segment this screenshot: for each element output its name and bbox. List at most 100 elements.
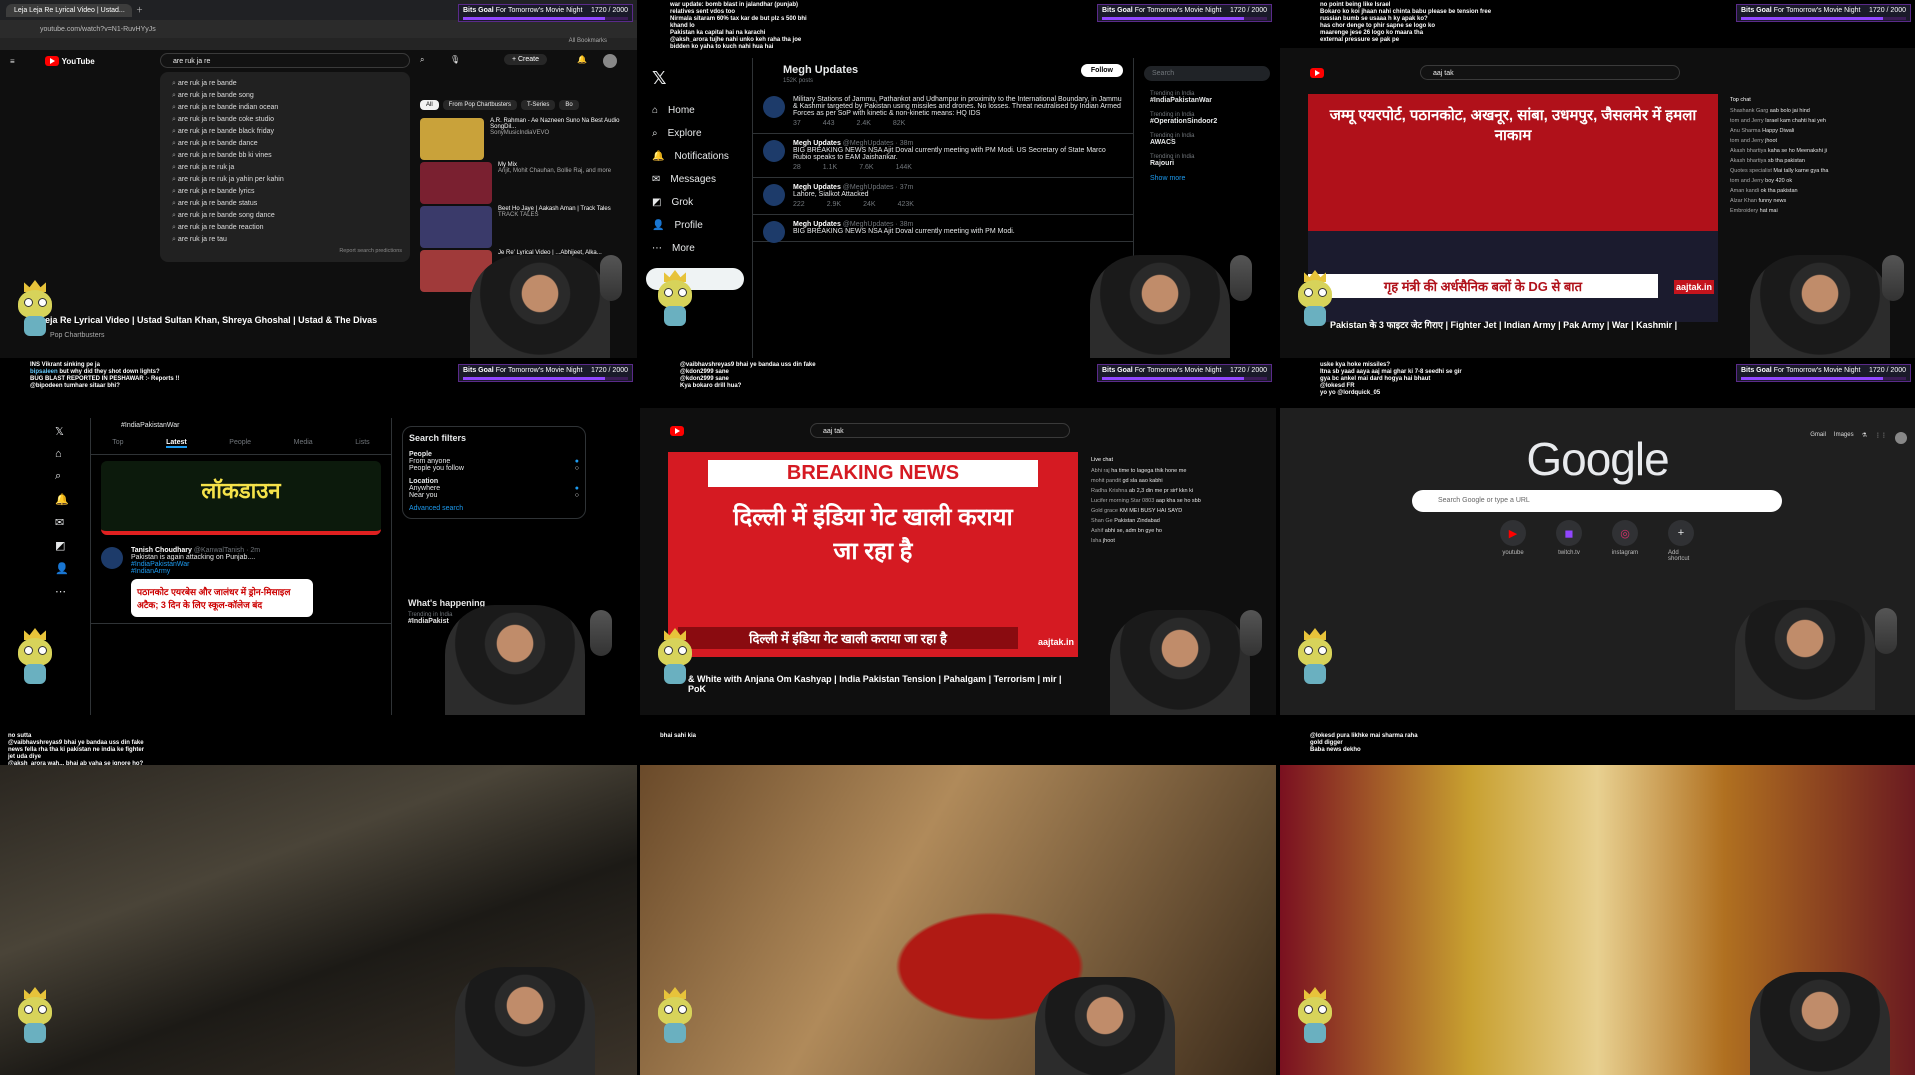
live-chat-user[interactable]: Lucifer morning Star 0803 [1091, 498, 1154, 504]
trend-item[interactable]: Trending in India #OperationSindoor2 [1144, 108, 1270, 129]
recommended-video[interactable]: Beet Ho Jaye | Aakash Aman | Track Tales… [420, 206, 630, 248]
live-chat-user[interactable]: Isha [1091, 538, 1101, 544]
filter-chip[interactable]: Bo [559, 100, 579, 110]
live-chat-user[interactable]: mohit pandit [1091, 478, 1121, 484]
filter-chip[interactable]: From Pop Chartbusters [442, 100, 518, 110]
top-chat-label[interactable]: Top chat [1724, 94, 1904, 106]
x-search-input[interactable]: #IndiaPakistanWar [121, 422, 381, 429]
shortcut-twitch-tv[interactable]: ◼ twitch.tv [1556, 520, 1582, 562]
x-search-input[interactable]: Search [1144, 66, 1270, 81]
search-input[interactable]: aaj tak [810, 423, 1070, 438]
recommended-video-title[interactable]: A.R. Rahman - Ae Nazneen Suno Na Best Au… [490, 118, 630, 130]
profile-icon[interactable]: 👤 [55, 562, 81, 575]
tweet-author[interactable]: Tanish Choudhary [131, 547, 192, 554]
recommended-video[interactable]: My Mix Arijit, Mohit Chauhan, Bollie Raj,… [420, 162, 630, 204]
all-bookmarks[interactable]: All Bookmarks [569, 38, 607, 44]
live-chat-user[interactable]: Embroidery [1730, 208, 1758, 214]
address-bar[interactable]: youtube.com/watch?v=N1-RuvHYyJs [0, 20, 637, 38]
search-tab-media[interactable]: Media [294, 439, 313, 448]
tweet-hashtag-2[interactable]: #IndianArmy [131, 568, 381, 575]
search-tab-latest[interactable]: Latest [166, 439, 187, 448]
tweet-stat[interactable]: 222 [793, 201, 805, 208]
avatar[interactable] [763, 140, 785, 162]
home-icon[interactable]: ⌂ [55, 448, 81, 460]
google-search-input[interactable]: Search Google or type a URL [1412, 490, 1782, 512]
search-suggestion[interactable]: are ruk ja re bande song dance [160, 210, 410, 222]
nav-item-notifications[interactable]: 🔔 Notifications [640, 145, 750, 168]
live-chat-user[interactable]: Akash bhartiya [1730, 148, 1766, 154]
search-input[interactable]: are ruk ja re [160, 53, 410, 68]
tweet-stat[interactable]: 144K [896, 164, 912, 171]
search-suggestion[interactable]: are ruk ja re ruk ja [160, 162, 410, 174]
youtube-logo[interactable]: YouTube [44, 56, 95, 66]
live-chat-user[interactable]: tom and Jerry [1730, 118, 1764, 124]
tweet-stat[interactable]: 2.9K [827, 201, 841, 208]
tweet-author[interactable]: Megh Updates [793, 221, 841, 228]
search-tab-people[interactable]: People [229, 439, 251, 448]
avatar[interactable] [603, 54, 617, 68]
video-thumbnail[interactable] [420, 118, 485, 160]
live-chat-user[interactable]: Anu Sharma [1730, 128, 1761, 134]
avatar[interactable] [763, 96, 785, 118]
tweet-stat[interactable]: 443 [823, 120, 835, 127]
report-predictions-link[interactable]: Report search predictions [160, 246, 410, 256]
new-tab-icon[interactable]: ＋ [136, 5, 143, 15]
grok-icon[interactable]: ◩ [55, 539, 81, 552]
tweet[interactable]: Megh Updates @MeghUpdates · 38m BIG BREAK… [753, 134, 1133, 178]
tweet-stat[interactable]: 2.4K [856, 120, 870, 127]
search-icon[interactable]: ⌕ [55, 470, 81, 483]
mic-icon[interactable]: 🎙 [450, 55, 460, 64]
browser-tab[interactable]: Leja Leja Re Lyrical Video | Ustad... [6, 3, 132, 17]
live-chat-user[interactable]: Aman kandi [1730, 188, 1759, 194]
tweet-stat[interactable]: 7.6K [859, 164, 873, 171]
bell-icon[interactable]: 🔔 [577, 55, 587, 64]
youtube-logo[interactable] [1310, 68, 1324, 78]
search-suggestion[interactable]: are ruk ja re bande indian ocean [160, 102, 410, 114]
nav-item-messages[interactable]: ✉ Messages [640, 168, 750, 191]
live-chat-user[interactable]: Alzar Khan [1730, 198, 1757, 204]
notifications-icon[interactable]: 🔔 [55, 493, 81, 506]
shortcut-instagram[interactable]: ◎ instagram [1612, 520, 1638, 562]
news-video-frame[interactable]: BREAKING NEWS दिल्ली में इंडिया गेट खाली… [668, 452, 1078, 657]
channel-name[interactable]: Pop Chartbusters [50, 332, 104, 339]
search-suggestion[interactable]: are ruk ja re bande dance [160, 138, 410, 150]
nav-item-grok[interactable]: ◩ Grok [640, 191, 750, 214]
search-suggestion[interactable]: are ruk ja re bande status [160, 198, 410, 210]
filter-anywhere[interactable]: Anywhere ● [409, 485, 579, 492]
show-more-link[interactable]: Show more [1144, 171, 1270, 186]
trend-item[interactable]: Trending in India #IndiaPakistanWar [1144, 87, 1270, 108]
tweet-stat[interactable]: 82K [893, 120, 905, 127]
radio-unchecked-icon[interactable]: ○ [575, 465, 579, 472]
live-chat-user[interactable]: Shan Ge [1091, 518, 1113, 524]
search-suggestion[interactable]: are ruk ja re bande coke studio [160, 114, 410, 126]
live-chat-user[interactable]: Radha Krishna [1091, 488, 1127, 494]
search-tab-top[interactable]: Top [112, 439, 123, 448]
link-card[interactable]: पठानकोट एयरबेस और जालंधर में ड्रोन-मिसाइ… [131, 579, 313, 617]
tweet[interactable]: Megh Updates @MeghUpdates · 38m BIG BREAK… [753, 215, 1133, 243]
search-input[interactable]: aaj tak [1420, 65, 1680, 80]
radio-unchecked-icon[interactable]: ○ [575, 492, 579, 499]
video-thumbnail[interactable] [420, 206, 492, 248]
shortcut-youtube[interactable]: ▶ youtube [1500, 520, 1526, 562]
menu-icon[interactable]: ≡ [10, 57, 15, 66]
tweet-hashtag[interactable]: #IndiaPakistanWar [131, 561, 381, 568]
live-chat-user[interactable]: tom and Jerry [1730, 178, 1764, 184]
live-chat-user[interactable]: Ashif [1091, 528, 1103, 534]
filter-near-you[interactable]: Near you ○ [409, 492, 579, 499]
filter-from-anyone[interactable]: From anyone ● [409, 458, 579, 465]
x-logo[interactable]: 𝕏 [55, 425, 81, 438]
live-chat-user[interactable]: Quotes specialist [1730, 168, 1772, 174]
live-chat-user[interactable]: tom and Jerry [1730, 138, 1764, 144]
more-icon[interactable]: ⋯ [55, 585, 81, 598]
create-button[interactable]: + Create [503, 54, 547, 65]
search-suggestion[interactable]: are ruk ja re bande lyrics [160, 186, 410, 198]
trend-item[interactable]: Trending in India AWACS [1144, 129, 1270, 150]
avatar[interactable] [101, 547, 123, 569]
messages-icon[interactable]: ✉ [55, 516, 81, 529]
shortcut-add-shortcut[interactable]: + Add shortcut [1668, 520, 1694, 562]
filter-chip[interactable]: T-Series [521, 100, 556, 110]
search-tab-lists[interactable]: Lists [355, 439, 369, 448]
search-suggestion[interactable]: are ruk ja re bande song [160, 90, 410, 102]
search-suggestion[interactable]: are ruk ja re ruk ja yahin per kahin [160, 174, 410, 186]
search-icon[interactable]: ⌕ [420, 55, 424, 65]
